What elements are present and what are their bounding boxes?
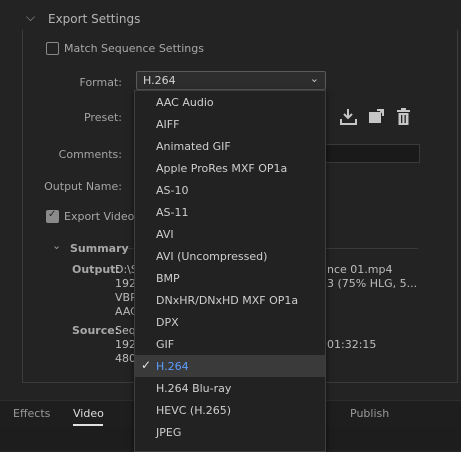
summary-output-right-1: nce 01.mp4 — [327, 263, 393, 276]
format-dropdown-list: AAC Audio AIFF Animated GIF Apple ProRes… — [134, 90, 326, 452]
format-option[interactable]: Apple ProRes MXF OP1a — [135, 157, 325, 179]
format-option-selected[interactable]: ✓ H.264 — [135, 355, 325, 377]
export-video-label: Export Video — [64, 210, 135, 223]
format-option-label: GIF — [156, 338, 175, 351]
format-option[interactable]: AVI (Uncompressed) — [135, 245, 325, 267]
match-sequence-label: Match Sequence Settings — [64, 42, 204, 55]
format-option[interactable]: AS-10 — [135, 179, 325, 201]
format-option-label: AAC Audio — [156, 96, 214, 109]
tab-publish[interactable]: Publish — [350, 407, 389, 420]
comments-field[interactable] — [325, 144, 420, 163]
format-option-label: Animated GIF — [156, 140, 231, 153]
summary-chevron-icon[interactable]: ⌄ — [52, 239, 61, 252]
chevron-down-icon: ⌄ — [309, 72, 319, 85]
format-option-label: H.264 Blu-ray — [156, 382, 232, 395]
format-select[interactable]: H.264 ⌄ — [136, 71, 326, 90]
trash-icon[interactable] — [396, 108, 411, 129]
summary-source-line-1: Seq — [115, 324, 136, 337]
summary-source-line-2: 192 — [115, 338, 136, 351]
tab-effects[interactable]: Effects — [13, 407, 50, 420]
save-preset-icon[interactable] — [368, 109, 385, 129]
format-option[interactable]: HEVC (H.265) — [135, 399, 325, 421]
format-option-label: H.264 — [156, 360, 189, 373]
export-video-checkbox[interactable] — [46, 209, 59, 223]
format-option-label: BMP — [156, 272, 180, 285]
format-option[interactable]: H.264 Blu-ray — [135, 377, 325, 399]
format-option-label: AS-10 — [156, 184, 189, 197]
checkmark-icon: ✓ — [141, 358, 152, 372]
format-option-label: AVI — [156, 228, 174, 241]
format-option-label: AIFF — [156, 118, 180, 131]
format-option[interactable]: AIFF — [135, 113, 325, 135]
format-option-label: DPX — [156, 316, 179, 329]
output-name-label: Output Name: — [44, 180, 122, 193]
format-option[interactable]: AVI — [135, 223, 325, 245]
format-option-label: AS-11 — [156, 206, 189, 219]
match-sequence-checkbox[interactable] — [46, 42, 59, 55]
format-option[interactable]: DNxHR/DNxHD MXF OP1a — [135, 289, 325, 311]
format-option-label: HEVC (H.265) — [156, 404, 232, 417]
format-option[interactable]: BMP — [135, 267, 325, 289]
summary-output-line-2: 192 — [115, 277, 136, 290]
format-option-label: DNxHR/DNxHD MXF OP1a — [156, 294, 299, 307]
format-option[interactable]: Animated GIF — [135, 135, 325, 157]
preset-label: Preset: — [83, 111, 122, 124]
format-option[interactable]: GIF — [135, 333, 325, 355]
import-preset-icon[interactable] — [340, 108, 357, 129]
summary-output-right-2: 3 (75% HLG, 5... — [327, 277, 418, 290]
comments-label: Comments: — [58, 148, 122, 161]
format-option[interactable]: AS-11 — [135, 201, 325, 223]
format-option[interactable]: DPX — [135, 311, 325, 333]
collapse-chevron-icon[interactable]: ⌵ — [26, 10, 35, 25]
summary-title: Summary — [70, 242, 129, 255]
section-title: Export Settings — [48, 12, 141, 26]
format-option[interactable]: AAC Audio — [135, 91, 325, 113]
tab-video[interactable]: Video — [73, 407, 104, 420]
active-tab-underline — [73, 424, 103, 426]
format-option-label: JPEG — [156, 426, 182, 439]
summary-output-label: Output: — [72, 263, 120, 276]
format-option[interactable]: JPEG — [135, 421, 325, 443]
format-option-label: AVI (Uncompressed) — [156, 250, 268, 263]
format-option-label: Apple ProRes MXF OP1a — [156, 162, 288, 175]
summary-source-label: Source: — [72, 324, 120, 337]
format-label: Format: — [79, 76, 122, 89]
summary-source-line-3: 480 — [115, 352, 136, 365]
format-value: H.264 — [143, 74, 176, 87]
summary-source-right: 01:32:15 — [327, 338, 377, 351]
